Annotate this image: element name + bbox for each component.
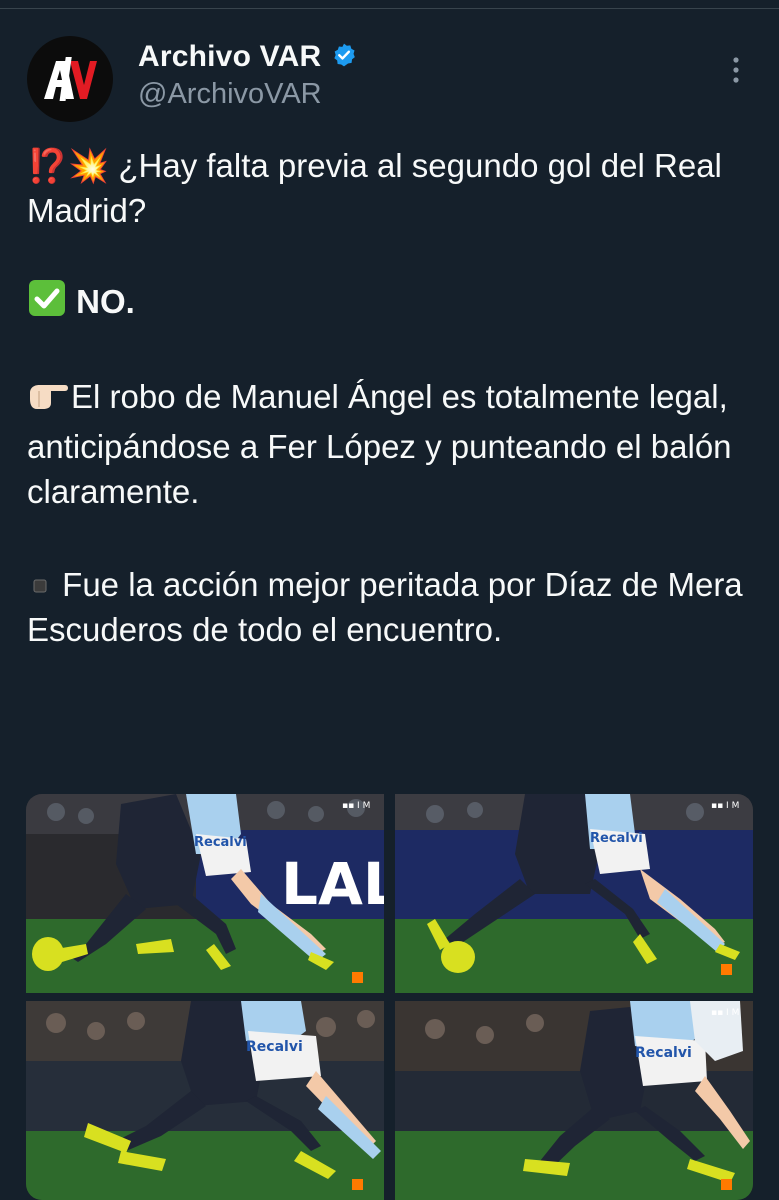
sponsor-text-4: Recalvi bbox=[635, 1045, 692, 1061]
pointing-hand-emoji bbox=[27, 377, 71, 424]
tweet-paragraph-3: El robo de Manuel Ángel es totalmente le… bbox=[27, 374, 762, 514]
tweet-line-1: ¿Hay falta previa al segundo gol del Rea… bbox=[27, 147, 722, 229]
media-image-2[interactable]: Recalvi ▪▪ I M bbox=[395, 794, 753, 993]
small-black-square-emoji bbox=[33, 559, 47, 604]
tweet-paragraph-4: Fue la acción mejor peritada por Díaz de… bbox=[27, 559, 762, 652]
broadcaster-badge-icon bbox=[721, 1179, 732, 1190]
author-display-name[interactable]: Archivo VAR bbox=[138, 40, 321, 74]
svg-text:▪▪ I M: ▪▪ I M bbox=[711, 1008, 739, 1018]
board-text-1: LALIG bbox=[281, 850, 384, 918]
tweet-line-2-bold: NO. bbox=[67, 283, 135, 320]
media-image-3[interactable]: Recalvi bbox=[26, 1001, 384, 1200]
author-name-row: Archivo VAR bbox=[138, 40, 357, 74]
sponsor-text-2: Recalvi bbox=[590, 831, 643, 846]
tweet-line-2: NO. bbox=[67, 283, 135, 320]
media-image-4[interactable]: Recalvi ▪▪ I M bbox=[395, 1001, 753, 1200]
media-grid: LALIG Recalvi ▪▪ I M bbox=[26, 794, 753, 1200]
tweet-text: ⁉️💥 ¿Hay falta previa al segundo gol del… bbox=[27, 143, 762, 652]
more-options-button[interactable] bbox=[722, 55, 750, 85]
media-image-1[interactable]: LALIG Recalvi ▪▪ I M bbox=[26, 794, 384, 993]
author-handle[interactable]: @ArchivoVAR bbox=[138, 78, 322, 111]
tweet-line-4: Fue la acción mejor peritada por Díaz de… bbox=[27, 566, 743, 648]
tweet-line-3: El robo de Manuel Ángel es totalmente le… bbox=[27, 378, 732, 510]
tweet-paragraph-1: ⁉️💥 ¿Hay falta previa al segundo gol del… bbox=[27, 143, 762, 233]
tweet-paragraph-2: NO. bbox=[27, 278, 762, 329]
svg-text:▪▪ I M: ▪▪ I M bbox=[342, 801, 370, 811]
svg-text:▪▪ I M: ▪▪ I M bbox=[711, 801, 739, 811]
more-vertical-icon bbox=[733, 57, 739, 83]
verified-badge-icon bbox=[331, 42, 357, 73]
broadcaster-badge-icon bbox=[352, 972, 363, 983]
archivo-var-logo bbox=[44, 57, 97, 101]
check-mark-emoji bbox=[27, 278, 67, 329]
sponsor-text-3: Recalvi bbox=[246, 1039, 303, 1055]
interrobang-collision-emoji: ⁉️💥 bbox=[27, 147, 110, 184]
broadcaster-badge-icon bbox=[352, 1179, 363, 1190]
sponsor-text-1: Recalvi bbox=[194, 835, 247, 850]
author-avatar[interactable] bbox=[27, 36, 113, 122]
top-divider bbox=[0, 8, 779, 9]
broadcaster-badge-icon bbox=[721, 964, 732, 975]
